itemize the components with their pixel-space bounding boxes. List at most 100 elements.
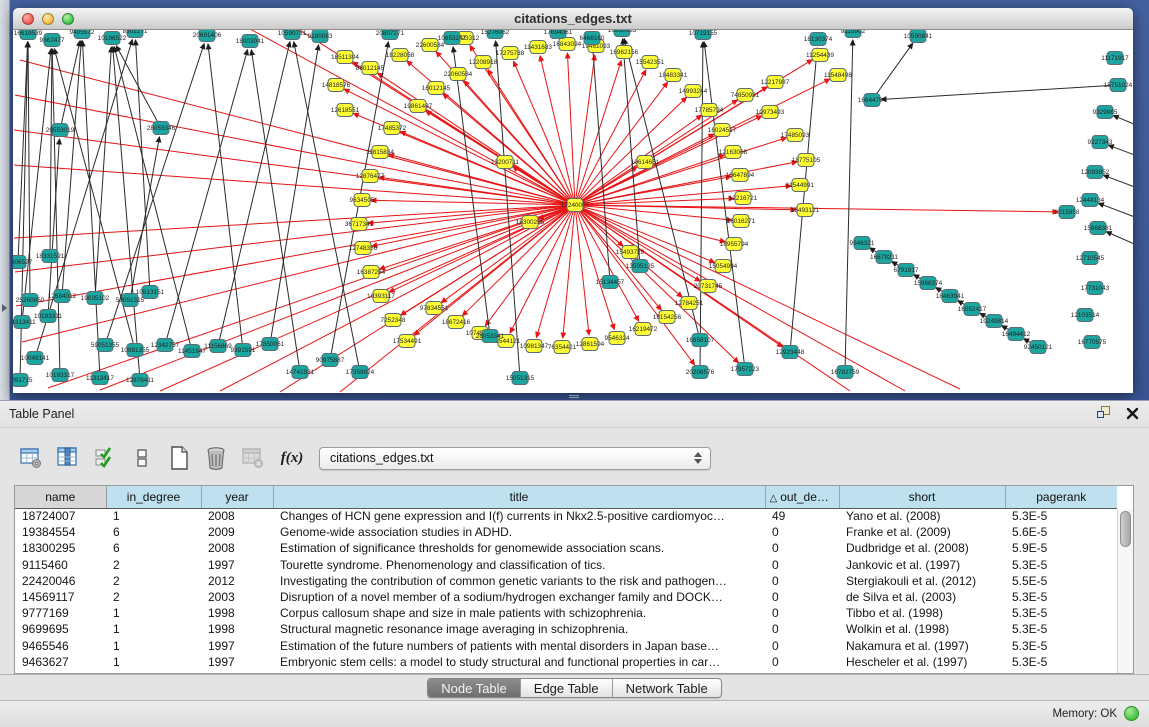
citation-edge[interactable]	[1108, 145, 1133, 160]
graph-node[interactable]: 14741931	[286, 366, 315, 379]
table-cell[interactable]: 0	[765, 557, 839, 573]
citation-edge[interactable]	[208, 44, 243, 350]
table-cell[interactable]: 0	[765, 573, 839, 589]
table-cell[interactable]: 5.3E-5	[1005, 589, 1117, 605]
table-cell[interactable]: 0	[765, 589, 839, 605]
citation-edge-selected[interactable]	[575, 205, 661, 310]
graph-node-selected[interactable]: 14993244	[679, 85, 708, 98]
column-header-year[interactable]: year	[201, 486, 273, 508]
table-cell[interactable]: 5.3E-5	[1005, 508, 1117, 524]
float-panel-icon[interactable]	[1097, 406, 1112, 420]
table-cell[interactable]: 2003	[201, 589, 273, 605]
table-cell[interactable]: Investigating the contribution of common…	[273, 573, 765, 589]
graph-node[interactable]: 17731043	[1081, 282, 1110, 295]
graph-node-selected[interactable]: 36717341	[345, 218, 374, 231]
close-window-button[interactable]	[22, 13, 34, 25]
table-cell[interactable]: 2012	[201, 573, 273, 589]
tab-edge-table[interactable]: Edge Table	[520, 679, 612, 697]
citation-edge[interactable]	[136, 40, 150, 292]
citation-edge-selected[interactable]	[20, 60, 575, 205]
graph-node-selected[interactable]: 16219472	[629, 323, 658, 336]
graph-node-selected[interactable]: 16843094	[553, 38, 582, 51]
citation-edge-selected[interactable]	[220, 205, 575, 391]
graph-node-selected[interactable]: 18955794	[720, 238, 749, 251]
graph-node[interactable]: 16052417	[958, 303, 987, 316]
table-cell[interactable]: Stergiakouli et al. (2012)	[839, 573, 1005, 589]
memory-ok-indicator-icon[interactable]	[1124, 706, 1139, 721]
function-builder-button[interactable]: f(x)	[275, 450, 309, 467]
graph-node-selected[interactable]: 11431683	[524, 41, 552, 54]
table-row[interactable]: 946554611997Estimation of the future num…	[15, 638, 1117, 654]
graph-node[interactable]: 12876411	[126, 374, 154, 387]
table-cell[interactable]: Hescheler et al. (1997)	[839, 654, 1005, 670]
table-cell[interactable]: 2	[106, 557, 201, 573]
graph-node[interactable]: 20206576	[686, 366, 715, 379]
graph-node[interactable]: 18331591	[36, 250, 65, 263]
graph-node-selected[interactable]: 14818576	[322, 79, 351, 92]
table-cell[interactable]: Structural magnetic resonance image aver…	[273, 621, 765, 637]
graph-node-selected[interactable]: 97834551	[420, 302, 449, 315]
graph-node-selected[interactable]: 18672416	[442, 316, 471, 329]
citation-edge[interactable]	[50, 49, 52, 256]
graph-node[interactable]: 10719155	[689, 30, 718, 40]
graph-node[interactable]: 10193317	[46, 369, 75, 382]
table-cell[interactable]: 1997	[201, 557, 273, 573]
graph-node[interactable]: 9391591	[231, 344, 256, 357]
select-mode-button[interactable]	[90, 444, 120, 472]
left-panel-edge[interactable]	[0, 0, 10, 400]
graph-node-selected[interactable]: 16012145	[422, 82, 451, 95]
table-cell[interactable]: 49	[765, 508, 839, 524]
table-cell[interactable]: 0	[765, 605, 839, 621]
graph-node[interactable]: 12444134	[1076, 194, 1105, 207]
graph-node-selected[interactable]: 12217987	[761, 76, 790, 89]
graph-node-selected[interactable]: 16387264	[357, 266, 386, 279]
table-cell[interactable]: Estimation of the future numbers of pati…	[273, 638, 765, 654]
table-cell[interactable]: 5.5E-5	[1005, 573, 1117, 589]
graph-node[interactable]: 10249814	[980, 315, 1009, 328]
citation-edge-selected[interactable]	[567, 53, 575, 205]
graph-node[interactable]: 17850061	[256, 338, 285, 351]
citation-edge[interactable]	[1106, 232, 1133, 250]
graph-node[interactable]: 59051355	[91, 339, 120, 352]
citation-edge-selected[interactable]	[22, 205, 575, 342]
citation-edge[interactable]	[270, 45, 319, 344]
citation-edge[interactable]	[845, 40, 853, 372]
graph-node-selected[interactable]: 11544991	[786, 179, 814, 192]
table-cell[interactable]: 6	[106, 524, 201, 540]
graph-node[interactable]: 16494412	[1002, 328, 1031, 341]
table-cell[interactable]: Wolkin et al. (1998)	[839, 621, 1005, 637]
graph-node[interactable]: 16860633	[608, 30, 637, 37]
table-cell[interactable]: Tourette syndrome. Phenomenology and cla…	[273, 557, 765, 573]
table-cell[interactable]: Franke et al. (2009)	[839, 524, 1005, 540]
table-cell[interactable]: 2008	[201, 508, 273, 524]
table-cell[interactable]: Estimation of significance thresholds fo…	[273, 540, 765, 556]
table-cell[interactable]: 5.3E-5	[1005, 557, 1117, 573]
graph-node[interactable]: 9862477	[40, 34, 65, 47]
graph-node-selected[interactable]: 18154256	[653, 311, 682, 324]
graph-node-selected[interactable]: 7252348	[381, 314, 406, 327]
graph-node-selected[interactable]: 15542351	[636, 56, 665, 69]
column-header-title[interactable]: title	[273, 486, 765, 508]
graph-node[interactable]: 16679211	[870, 251, 898, 264]
graph-node-selected[interactable]: 10981347	[520, 340, 549, 353]
graph-node[interactable]: 9546321	[850, 237, 875, 250]
table-row[interactable]: 1938455462009Genome-wide association stu…	[15, 524, 1117, 540]
table-row[interactable]: 946362711997Embryonic stem cells: a mode…	[15, 654, 1117, 670]
citation-edge[interactable]	[218, 42, 290, 346]
graph-node[interactable]: 9405572	[70, 30, 95, 39]
table-cell[interactable]: 9777169	[15, 605, 106, 621]
table-row[interactable]: 1830029562008Estimation of significance …	[15, 540, 1117, 556]
table-cell[interactable]: 0	[765, 524, 839, 540]
graph-node[interactable]: 11171917	[1101, 52, 1129, 65]
table-cell[interactable]: Disruption of a novel member of a sodium…	[273, 589, 765, 605]
graph-node-selected[interactable]: 18775105	[792, 154, 821, 167]
column-header-short[interactable]: short	[839, 486, 1005, 508]
table-cell[interactable]: 9699695	[15, 621, 106, 637]
table-row[interactable]: 2242004622012Investigating the contribut…	[15, 573, 1117, 589]
graph-node-selected[interactable]: 22060584	[444, 68, 473, 81]
citation-edge-selected[interactable]	[575, 205, 850, 391]
column-header-out_de[interactable]: △out_de…	[765, 486, 839, 508]
citation-edge-selected[interactable]	[575, 205, 589, 335]
table-cell[interactable]: 1	[106, 605, 201, 621]
graph-node[interactable]: 8302271	[123, 30, 148, 38]
